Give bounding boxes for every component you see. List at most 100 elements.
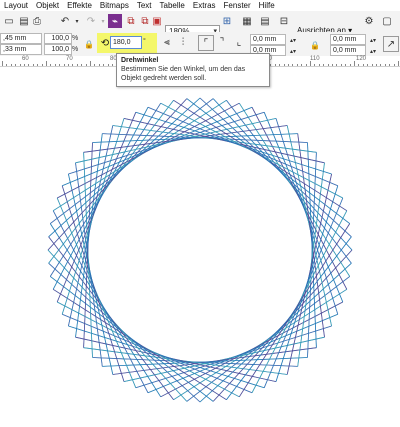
- ruler-tick: [380, 64, 382, 66]
- app-launcher-icon[interactable]: ⌁: [108, 14, 122, 28]
- menu-effekte[interactable]: Effekte: [63, 0, 96, 11]
- ruler-tick: [59, 64, 61, 66]
- lock-corners-icon[interactable]: 🔒: [308, 38, 322, 52]
- ruler-tick: [103, 64, 105, 66]
- ruler-label: 120: [356, 56, 367, 62]
- ruler-tick: [274, 64, 276, 66]
- ruler-label: 110: [310, 56, 320, 62]
- launch-icon[interactable]: ▢: [380, 14, 394, 28]
- spiro-line: [102, 357, 308, 367]
- ruler-tick: [15, 64, 17, 66]
- degree-unit: °: [143, 38, 146, 45]
- ruler-tick: [349, 64, 351, 66]
- settings-icon[interactable]: ⚙: [362, 14, 376, 28]
- ruler-tick: [314, 64, 316, 66]
- menu-tabelle[interactable]: Tabelle: [156, 0, 189, 11]
- ruler-tick: [310, 61, 311, 66]
- menu-layout[interactable]: Layout: [0, 0, 32, 11]
- ruler-tick: [354, 61, 355, 66]
- mirror-horizontal-icon[interactable]: ⫷: [160, 35, 174, 49]
- publish-pdf-icon[interactable]: ▣: [150, 14, 164, 28]
- spiro-line: [226, 236, 352, 400]
- print-icon[interactable]: ⎙: [30, 14, 44, 28]
- percent-unit: %: [72, 35, 79, 42]
- spiro-line: [251, 210, 348, 393]
- ruler-tick: [107, 64, 109, 66]
- position-x-field[interactable]: ,45 mm: [0, 33, 42, 44]
- outline-width-field-1[interactable]: 0,0 mm: [330, 34, 366, 45]
- outline-width-field-2[interactable]: 0,0 mm: [330, 45, 366, 56]
- chamfer-corner-icon[interactable]: ⌞: [232, 35, 246, 49]
- position-y-field[interactable]: ,33 mm: [0, 44, 42, 55]
- ruler-tick: [37, 64, 39, 66]
- rotation-angle-field[interactable]: 180,0: [110, 36, 142, 49]
- lock-ratio-icon[interactable]: 🔒: [82, 37, 96, 51]
- ruler-tick: [358, 64, 360, 66]
- drawing-canvas[interactable]: [0, 67, 400, 425]
- spiro-line: [57, 301, 240, 398]
- spiro-line: [92, 133, 298, 143]
- percent-unit-2: %: [72, 46, 79, 53]
- ruler-tick: [94, 64, 96, 66]
- ruler-tick: [367, 64, 369, 66]
- ruler-tick: [81, 64, 83, 66]
- ruler-tick: [288, 64, 289, 66]
- open-icon[interactable]: ▤: [17, 14, 31, 28]
- ruler-tick: [50, 64, 52, 66]
- spiro-line: [307, 142, 317, 348]
- scallop-corner-icon[interactable]: ⌝: [215, 35, 229, 49]
- round-corner-icon[interactable]: ⌜: [198, 35, 214, 51]
- ruler-tick: [270, 64, 272, 66]
- ruler-tick: [283, 64, 285, 66]
- ruler-tick: [376, 64, 377, 66]
- spirograph-shape[interactable]: [0, 67, 400, 425]
- fullscreen-icon[interactable]: ⊞: [220, 14, 234, 28]
- standard-toolbar: ▭ ▤ ⎙ ↶ ▾ ↷ ▾ ⌁ ⧉ ⧉ ▣ 180% ▾ ⊞ ▦ ▤ ⊟ Aus…: [0, 11, 400, 39]
- spiro-line: [52, 99, 227, 212]
- import-icon[interactable]: ⧉: [124, 14, 138, 28]
- ruler-tick: [292, 64, 294, 66]
- menu-objekt[interactable]: Objekt: [32, 0, 63, 11]
- menu-hilfe[interactable]: Hilfe: [255, 0, 279, 11]
- ruler-tick: [6, 64, 8, 66]
- guides-icon[interactable]: ⊟: [277, 14, 291, 28]
- spiro-line: [83, 152, 93, 358]
- mirror-vertical-icon[interactable]: ⫶: [176, 35, 190, 49]
- new-doc-icon[interactable]: ▭: [2, 14, 16, 28]
- spiro-line: [173, 288, 348, 401]
- spiro-line: [160, 102, 343, 199]
- ruler-tick: [68, 64, 69, 66]
- ruler-tick: [305, 64, 307, 66]
- ruler-tick: [72, 64, 74, 66]
- ruler-tick: [279, 64, 281, 66]
- menu-extras[interactable]: Extras: [189, 0, 220, 11]
- spiro-line: [307, 152, 317, 358]
- ruler-tick: [46, 61, 47, 66]
- ruler-tick: [19, 64, 21, 66]
- ruler-tick: [24, 64, 25, 66]
- scale-width-field[interactable]: 100,0: [44, 33, 72, 44]
- spiro-line: [75, 133, 103, 338]
- corner-radius-field-1[interactable]: 0,0 mm: [250, 34, 286, 45]
- menu-bitmaps[interactable]: Bitmaps: [96, 0, 133, 11]
- relative-scale-icon[interactable]: ↗: [383, 36, 399, 52]
- ruler-tick: [10, 64, 12, 66]
- ruler-tick: [340, 64, 342, 66]
- undo-dropdown-icon[interactable]: ▾: [70, 14, 84, 28]
- ruler-tick: [76, 64, 78, 66]
- spiro-line: [112, 347, 317, 375]
- ruler-tick: [362, 64, 364, 66]
- ruler-tick: [393, 64, 395, 66]
- ruler-tick: [98, 64, 100, 66]
- menu-text[interactable]: Text: [133, 0, 156, 11]
- scale-height-field[interactable]: 100,0: [44, 44, 72, 55]
- rulers-icon[interactable]: ▦: [240, 14, 254, 28]
- grid-icon[interactable]: ▤: [258, 14, 272, 28]
- spiro-line: [112, 125, 317, 153]
- ruler-tick: [90, 61, 91, 66]
- ruler-tick: [327, 64, 329, 66]
- ruler-tick: [112, 64, 113, 66]
- ruler-tick: [85, 64, 87, 66]
- ruler-tick: [371, 64, 373, 66]
- menu-fenster[interactable]: Fenster: [220, 0, 255, 11]
